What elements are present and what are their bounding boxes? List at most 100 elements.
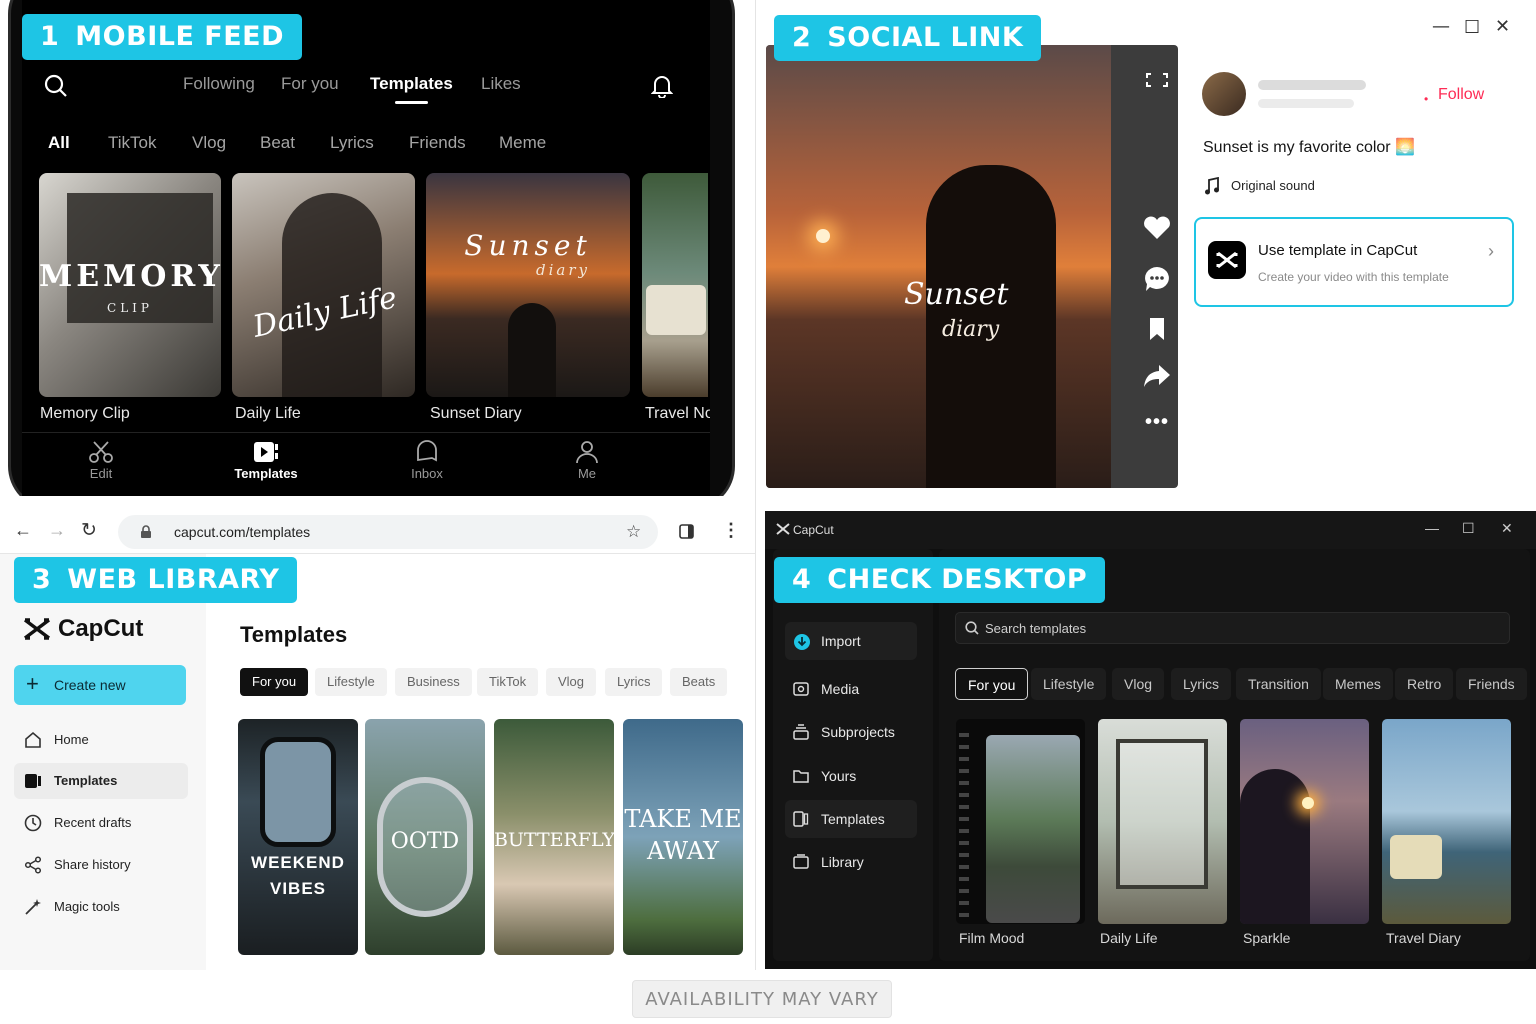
search-input[interactable]: Search templates	[955, 612, 1510, 644]
address-bar[interactable]: capcut.com/templates ☆	[118, 515, 658, 549]
chip-lyrics[interactable]: Lyrics	[330, 133, 374, 153]
reload-icon[interactable]: ↻	[81, 519, 97, 542]
sidebar-item-magic-tools[interactable]: Magic tools	[14, 889, 188, 925]
template-card-memory-clip[interactable]: MEMORY CLIP	[39, 173, 221, 397]
chip-tiktok[interactable]: TikTok	[108, 133, 157, 153]
template-card-travel[interactable]	[642, 173, 708, 397]
maximize-icon[interactable]: ☐	[1464, 17, 1480, 38]
subprojects-icon	[793, 724, 809, 740]
chip-lyrics[interactable]: Lyrics	[1171, 668, 1232, 700]
star-icon[interactable]: ☆	[626, 522, 641, 542]
template-card-take-me-away[interactable]: TAKE ME AWAY	[623, 719, 743, 955]
minimize-icon[interactable]: —	[1432, 16, 1450, 37]
sidebar-item-home[interactable]: Home	[14, 722, 188, 758]
nav-edit[interactable]: Edit	[46, 440, 156, 481]
panel-title: CHECK DESKTOP	[827, 564, 1088, 595]
chip-retro[interactable]: Retro	[1395, 668, 1454, 700]
chevron-right-icon: ›	[1488, 241, 1494, 261]
template-card-travel-diary[interactable]	[1382, 719, 1511, 924]
search-icon	[965, 621, 979, 635]
template-card-sunset-diary[interactable]: Sunset diary	[426, 173, 630, 397]
social-link-panel: — ☐ ✕ Sunset diary ••• • Follow Sunset i…	[756, 0, 1536, 500]
panel-label: 2 SOCIAL LINK	[774, 15, 1042, 61]
avatar[interactable]	[1202, 72, 1246, 116]
panel-label: 4 CHECK DESKTOP	[774, 557, 1106, 603]
sidebar-item-label: Subprojects	[821, 724, 895, 740]
panel-title: MOBILE FEED	[75, 21, 285, 52]
template-card-film-mood[interactable]	[956, 719, 1085, 924]
sidebar-item-templates[interactable]: Templates	[14, 763, 188, 799]
video-title: Sunset	[904, 277, 1009, 312]
template-card-daily-life[interactable]	[1098, 719, 1227, 924]
card-caption: Film Mood	[959, 930, 1025, 946]
chip-business[interactable]: Business	[395, 668, 472, 696]
sidebar-item-label: Templates	[54, 773, 118, 788]
tab-following[interactable]: Following	[183, 74, 255, 94]
sound-label[interactable]: Original sound	[1231, 178, 1315, 193]
template-card-ootd[interactable]: OOTD	[365, 719, 485, 955]
web-library-panel: ← → ↻ capcut.com/templates ☆ ⋮ CapCut + …	[0, 508, 755, 970]
chip-vlog[interactable]: Vlog	[546, 668, 597, 696]
chip-lyrics[interactable]: Lyrics	[605, 668, 663, 696]
card-subtitle: AWAY	[646, 837, 720, 865]
tab-for-you[interactable]: For you	[281, 74, 339, 94]
forward-arrow-icon[interactable]: →	[48, 520, 66, 541]
search-icon[interactable]	[44, 74, 68, 98]
chip-vlog[interactable]: Vlog	[192, 133, 226, 153]
share-icon[interactable]	[1142, 363, 1172, 389]
template-card-daily-life[interactable]: Daily Life	[232, 173, 415, 397]
follow-button[interactable]: Follow	[1438, 86, 1484, 104]
sidebar-item-share-history[interactable]: Share history	[14, 847, 188, 883]
sidebar-item-subprojects[interactable]: Subprojects	[785, 713, 917, 751]
fullscreen-icon[interactable]	[1142, 71, 1172, 89]
more-icon[interactable]: •••	[1142, 411, 1172, 434]
desktop-sidebar	[773, 549, 933, 961]
chip-vlog[interactable]: Vlog	[1112, 668, 1165, 700]
chip-lifestyle[interactable]: Lifestyle	[315, 668, 387, 696]
kebab-menu-icon[interactable]: ⋮	[722, 520, 740, 541]
video-player[interactable]: Sunset diary •••	[766, 45, 1178, 488]
chip-for-you[interactable]: For you	[240, 668, 309, 696]
chip-all[interactable]: All	[48, 133, 70, 153]
chip-transition[interactable]: Transition	[1236, 668, 1321, 700]
chip-beat[interactable]: Beat	[260, 133, 295, 153]
create-new-button[interactable]: + Create new	[14, 665, 186, 705]
chip-beats[interactable]: Beats	[670, 668, 728, 696]
sidebar-item-templates[interactable]: Templates	[785, 800, 917, 838]
post-caption: Sunset is my favorite color 🌅	[1203, 139, 1415, 156]
tab-templates[interactable]: Templates	[370, 74, 453, 104]
nav-templates[interactable]: Templates	[211, 440, 321, 481]
sidebar-item-library[interactable]: Library	[785, 843, 917, 881]
panel-number: 3	[32, 564, 52, 595]
sidebar-item-yours[interactable]: Yours	[785, 757, 917, 795]
chip-meme[interactable]: Meme	[499, 133, 546, 153]
bell-icon[interactable]	[651, 74, 673, 98]
comment-icon[interactable]	[1142, 265, 1172, 293]
bookmark-icon[interactable]	[1142, 317, 1172, 341]
tab-likes[interactable]: Likes	[481, 74, 521, 94]
sidebar-item-recent-drafts[interactable]: Recent drafts	[14, 805, 188, 841]
template-card-sparkle[interactable]	[1240, 719, 1369, 924]
sidepanel-icon[interactable]	[679, 524, 694, 539]
minimize-icon[interactable]: —	[1425, 520, 1439, 536]
sidebar-item-media[interactable]: Media	[785, 670, 917, 708]
cta-subtitle: Create your video with this template	[1258, 270, 1449, 284]
sidebar-item-import[interactable]: Import	[785, 622, 917, 660]
close-icon[interactable]: ✕	[1501, 520, 1513, 537]
chip-friends[interactable]: Friends	[1456, 668, 1527, 700]
template-card-butterfly[interactable]: BUTTERFLY	[494, 719, 614, 955]
nav-me[interactable]: Me	[532, 440, 642, 481]
back-arrow-icon[interactable]: ←	[14, 520, 32, 541]
chip-tiktok[interactable]: TikTok	[477, 668, 539, 696]
close-icon[interactable]: ✕	[1495, 16, 1510, 37]
chip-memes[interactable]: Memes	[1323, 668, 1393, 700]
maximize-icon[interactable]: ☐	[1462, 520, 1475, 537]
template-card-weekend-vibes[interactable]: WEEKEND VIBES	[238, 719, 358, 955]
chip-lifestyle[interactable]: Lifestyle	[1031, 668, 1107, 700]
panel-number: 2	[792, 22, 812, 53]
nav-inbox[interactable]: Inbox	[372, 440, 482, 481]
use-template-card[interactable]: Use template in CapCut Create your video…	[1194, 217, 1514, 307]
heart-icon[interactable]	[1142, 215, 1172, 241]
chip-friends[interactable]: Friends	[409, 133, 466, 153]
chip-for-you[interactable]: For you	[955, 668, 1029, 700]
